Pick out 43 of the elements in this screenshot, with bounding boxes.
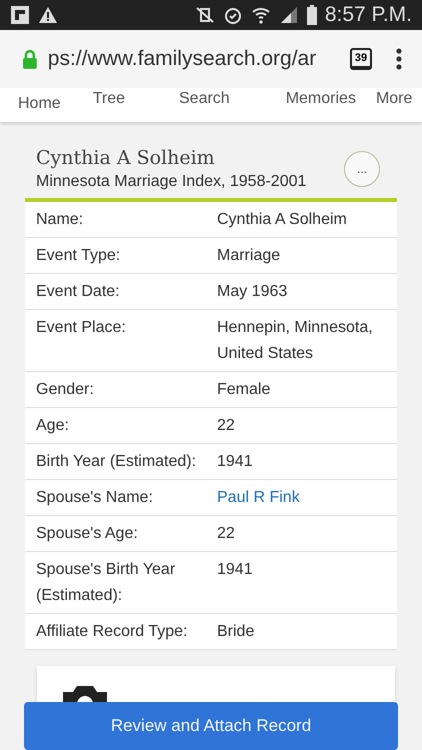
nav-tab[interactable]: Memories bbox=[286, 90, 356, 108]
field-label: Event Place: bbox=[35, 318, 127, 338]
field-value: Cynthia A Solheim bbox=[217, 210, 348, 230]
field-value: 1941 bbox=[217, 560, 254, 580]
status-time: 8:57 P.M. bbox=[324, 3, 412, 27]
more-button[interactable]: ... bbox=[344, 151, 380, 187]
field-value: 22 bbox=[217, 524, 236, 544]
tab-count-button[interactable]: 39 bbox=[350, 48, 372, 70]
nav-tab[interactable]: More bbox=[376, 90, 412, 108]
field-value: Female bbox=[217, 380, 272, 400]
field-label: Event Type: bbox=[35, 246, 122, 266]
nav-tab[interactable]: Home bbox=[18, 95, 61, 113]
field-value: May 1963 bbox=[217, 282, 288, 302]
alarm-icon bbox=[222, 5, 243, 25]
collection-title: Minnesota Marriage Index, 1958-2001 bbox=[36, 173, 306, 191]
field-label: Spouse's Birth Year (Estimated): bbox=[35, 560, 176, 606]
url-field[interactable]: ps://www.familysearch.org/ar bbox=[48, 47, 340, 71]
menu-icon[interactable] bbox=[396, 48, 402, 70]
field-value: Hennepin, Minnesota, United States bbox=[217, 318, 374, 364]
field-label: Name: bbox=[35, 210, 84, 230]
vibrate-mute-icon bbox=[194, 6, 215, 24]
field-label: Spouse's Name: bbox=[35, 488, 154, 508]
record-name: Cynthia A Solheim bbox=[36, 147, 216, 169]
nav-tab[interactable]: Search bbox=[179, 90, 230, 108]
field-label: Age: bbox=[35, 416, 70, 436]
field-label: Affiliate Record Type: bbox=[35, 622, 188, 642]
field-value: 1941 bbox=[217, 452, 254, 472]
lock-icon bbox=[22, 49, 38, 69]
field-value: Bride bbox=[217, 622, 256, 642]
review-attach-button[interactable]: Review and Attach Record bbox=[24, 702, 398, 750]
spouse-link[interactable]: Paul R Fink bbox=[217, 485, 387, 511]
app-icon bbox=[10, 5, 30, 25]
field-label: Spouse's Age: bbox=[35, 524, 139, 544]
battery-icon bbox=[306, 5, 317, 25]
field-label: Event Date: bbox=[35, 282, 121, 302]
nav-tab[interactable]: Tree bbox=[92, 90, 125, 108]
field-label: Birth Year (Estimated): bbox=[35, 452, 198, 472]
warning-icon bbox=[38, 6, 58, 24]
field-value: 22 bbox=[217, 416, 236, 436]
wifi-icon bbox=[250, 5, 271, 25]
signal-icon bbox=[278, 6, 299, 24]
field-label: Gender: bbox=[35, 380, 95, 400]
field-value: Marriage bbox=[217, 246, 282, 266]
